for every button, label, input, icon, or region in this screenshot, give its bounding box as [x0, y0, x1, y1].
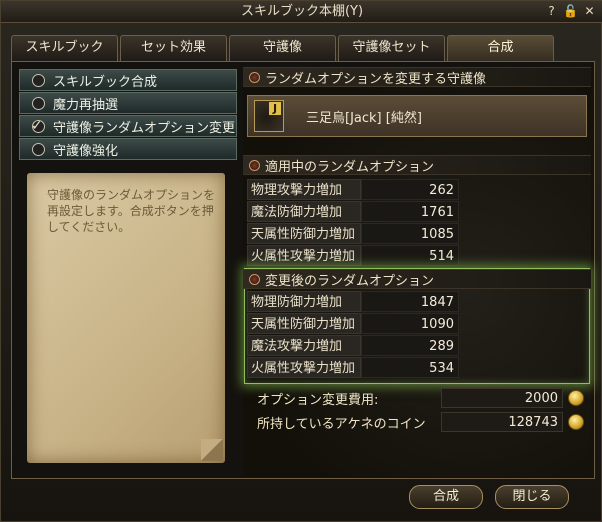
option-row: 魔法防御力増加 1761	[247, 201, 459, 222]
option-label: 火属性攻撃力増加	[247, 357, 361, 378]
menu-item-label: 守護像強化	[53, 143, 119, 159]
coin-icon	[568, 390, 584, 406]
option-value: 514	[361, 245, 459, 266]
option-value: 534	[361, 357, 459, 378]
option-row: 物理防御力増加 1847	[247, 291, 459, 312]
description-text: 守護像のランダムオプションを再設定します。合成ボタンを押してください。	[47, 188, 216, 234]
current-options-header: 適用中のランダムオプション	[243, 155, 591, 175]
coins-label: 所持しているアケネのコイン	[257, 416, 426, 432]
right-panel: ランダムオプションを変更する守護像 J 三足烏[Jack] [純然] 適用中のラ…	[243, 67, 591, 477]
menu-item-guardian-random-option[interactable]: ✓ 守護像ランダムオプション変更	[19, 115, 237, 137]
option-value: 1847	[361, 291, 459, 312]
coins-row: 所持しているアケネのコイン 128743	[255, 411, 591, 433]
tab-guardian[interactable]: 守護像	[229, 35, 336, 61]
option-row: 火属性攻撃力増加 534	[247, 357, 459, 378]
coins-value: 128743	[441, 412, 563, 432]
menu-item-label: 魔力再抽選	[53, 97, 119, 113]
cost-value: 2000	[441, 388, 563, 408]
menu-item-label: スキルブック合成	[53, 74, 158, 90]
option-value: 1090	[361, 313, 459, 334]
option-label: 天属性防御力増加	[247, 223, 361, 244]
title-icons: ? 🔓 ✕	[544, 3, 597, 19]
option-label: 物理防御力増加	[247, 291, 361, 312]
menu-item-guardian-enhance[interactable]: 守護像強化	[19, 138, 237, 160]
left-panel: スキルブック合成 魔力再抽選 ✓ 守護像ランダムオプション変更 守護像強化 守護…	[19, 69, 237, 469]
title-bar[interactable]: スキルブック本棚(Y) ? 🔓 ✕	[1, 1, 602, 23]
cost-label: オプション変更費用:	[257, 392, 379, 408]
tab-combine[interactable]: 合成	[447, 35, 554, 61]
option-value: 1085	[361, 223, 459, 244]
guardian-name: 三足烏[Jack] [純然]	[306, 110, 422, 126]
option-row: 天属性防御力増加 1090	[247, 313, 459, 334]
header-bullet-icon	[249, 274, 260, 285]
page-curl	[201, 439, 223, 461]
jack-badge: J	[269, 102, 281, 115]
tab-bar: スキルブック セット効果 守護像 守護像セット 合成	[11, 35, 595, 61]
tab-set-effect[interactable]: セット効果	[120, 35, 227, 61]
guardian-slot[interactable]: J 三足烏[Jack] [純然]	[247, 95, 587, 137]
current-options-list: 物理攻撃力増加 262 魔法防御力増加 1761 天属性防御力増加 1085 火…	[247, 179, 459, 267]
menu-item-mana-redraw[interactable]: 魔力再抽選	[19, 92, 237, 114]
header-bullet-icon	[249, 160, 260, 171]
menu-item-skillbook-combine[interactable]: スキルブック合成	[19, 69, 237, 91]
option-row: 天属性防御力増加 1085	[247, 223, 459, 244]
guardian-bird-icon[interactable]: J	[254, 100, 284, 132]
checkmark-icon: ✓	[31, 118, 43, 134]
radio-icon	[32, 74, 45, 87]
option-row: 魔法攻撃力増加 289	[247, 335, 459, 356]
close-button[interactable]: 閉じる	[495, 485, 569, 509]
option-value: 262	[361, 179, 459, 200]
option-label: 火属性攻撃力増加	[247, 245, 361, 266]
help-icon[interactable]: ?	[544, 3, 559, 19]
skillbook-window: スキルブック本棚(Y) ? 🔓 ✕ スキルブック セット効果 守護像 守護像セッ…	[0, 0, 602, 522]
option-label: 魔法攻撃力増加	[247, 335, 361, 356]
option-label: 魔法防御力増加	[247, 201, 361, 222]
menu-item-label: 守護像ランダムオプション変更	[53, 120, 236, 136]
radio-icon	[32, 97, 45, 110]
new-options-list: 物理防御力増加 1847 天属性防御力増加 1090 魔法攻撃力増加 289 火…	[247, 291, 459, 379]
option-label: 天属性防御力増加	[247, 313, 361, 334]
header-bullet-icon	[249, 72, 260, 83]
description-scroll: 守護像のランダムオプションを再設定します。合成ボタンを押してください。	[27, 173, 225, 463]
option-label: 物理攻撃力増加	[247, 179, 361, 200]
radio-icon	[32, 143, 45, 156]
target-guardian-header: ランダムオプションを変更する守護像	[243, 67, 591, 87]
lock-icon[interactable]: 🔓	[563, 3, 578, 19]
option-row: 物理攻撃力増加 262	[247, 179, 459, 200]
cost-row: オプション変更費用: 2000	[255, 387, 591, 409]
window-title: スキルブック本棚(Y)	[240, 4, 364, 19]
option-value: 1761	[361, 201, 459, 222]
option-row: 火属性攻撃力増加 514	[247, 245, 459, 266]
option-value: 289	[361, 335, 459, 356]
close-icon[interactable]: ✕	[582, 3, 597, 19]
new-options-header: 変更後のランダムオプション	[243, 269, 591, 289]
coin-icon	[568, 414, 584, 430]
tab-skillbook[interactable]: スキルブック	[11, 35, 118, 61]
tab-guardian-set[interactable]: 守護像セット	[338, 35, 445, 61]
combine-button[interactable]: 合成	[409, 485, 483, 509]
